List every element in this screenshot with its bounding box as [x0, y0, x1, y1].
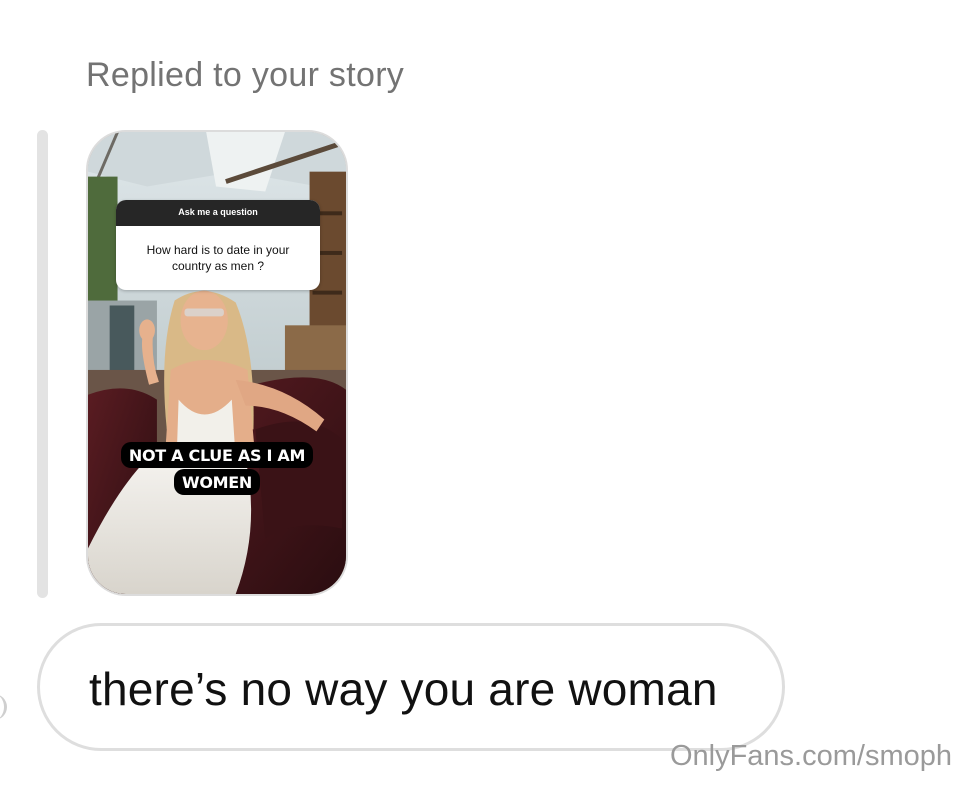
- message-bubble[interactable]: there’s no way you are woman: [37, 623, 785, 751]
- question-sticker-text: How hard is to date in your country as m…: [146, 243, 290, 273]
- story-preview[interactable]: Ask me a question How hard is to date in…: [86, 130, 348, 596]
- answer-caption: NOT A CLUE AS I AM WOMEN: [88, 442, 346, 496]
- answer-caption-line: WOMEN: [174, 469, 260, 495]
- watermark: OnlyFans.com/smoph: [669, 740, 952, 772]
- reply-context-label: Replied to your story: [86, 56, 405, 94]
- message-text: there’s no way you are woman: [89, 663, 718, 715]
- reply-quote-bar: [37, 130, 48, 598]
- avatar-edge: [0, 694, 7, 720]
- question-sticker-header: Ask me a question: [116, 200, 320, 226]
- question-sticker: Ask me a question How hard is to date in…: [116, 200, 320, 290]
- answer-caption-line: NOT A CLUE AS I AM: [120, 442, 314, 468]
